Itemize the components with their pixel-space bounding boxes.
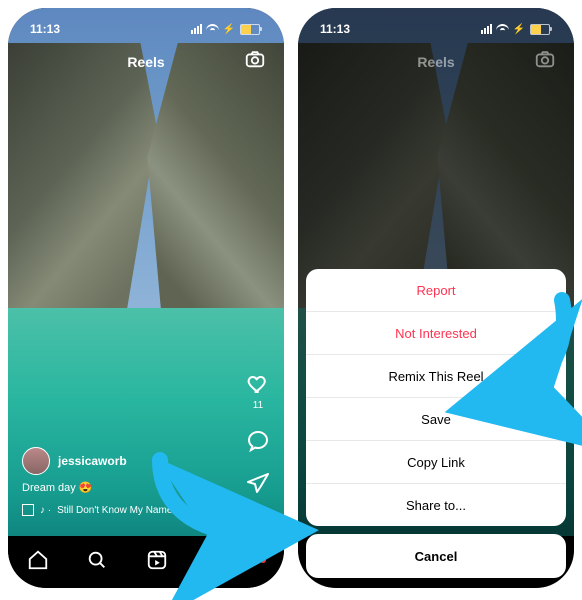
wifi-icon (206, 24, 219, 34)
cellular-icon (481, 24, 492, 34)
battery-icon (240, 24, 262, 35)
page-title: Reels (417, 54, 454, 70)
sheet-copy-link[interactable]: Copy Link (306, 440, 566, 483)
camera-icon (534, 48, 556, 70)
status-time: 11:13 (30, 22, 60, 36)
sheet-share-to[interactable]: Share to... (306, 483, 566, 526)
camera-icon[interactable] (244, 48, 266, 70)
reels-header: Reels (298, 48, 574, 76)
charging-icon: ⚡ (513, 24, 525, 35)
audio-icon (22, 504, 34, 516)
annotation-arrow (472, 290, 582, 425)
nav-home[interactable] (27, 549, 49, 576)
battery-icon (530, 24, 552, 35)
nav-search[interactable] (86, 549, 108, 576)
like-icon[interactable] (246, 372, 270, 396)
page-title: Reels (127, 54, 164, 70)
wifi-icon (496, 24, 509, 34)
like-count: 11 (253, 400, 263, 411)
status-bar: 11:13 ⚡ (8, 18, 284, 40)
reels-header: Reels (8, 48, 284, 76)
status-bar: 11:13 ⚡ (298, 18, 574, 40)
avatar[interactable] (22, 447, 50, 475)
charging-icon: ⚡ (223, 24, 235, 35)
username[interactable]: jessicaworb (58, 454, 127, 468)
annotation-arrow (130, 445, 280, 570)
status-time: 11:13 (320, 22, 350, 36)
cellular-icon (191, 24, 202, 34)
sheet-cancel[interactable]: Cancel (306, 534, 566, 578)
